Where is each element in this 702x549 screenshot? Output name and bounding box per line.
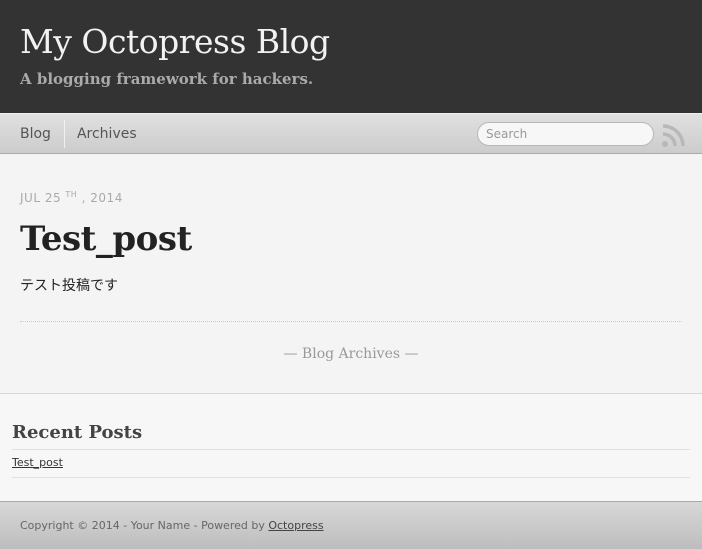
post-date: Jul 25 th , 2014 (20, 154, 682, 205)
site-subtitle: A blogging framework for hackers. (20, 70, 314, 88)
rss-icon[interactable] (661, 124, 685, 148)
recent-post-link[interactable]: Test_post (12, 456, 63, 469)
post-date-suffix: th (65, 190, 78, 199)
site-title[interactable]: My Octopress Blog (20, 22, 682, 62)
post-date-year: , 2014 (81, 191, 123, 205)
search-input[interactable] (477, 122, 654, 146)
nav-link-archives[interactable]: Archives (77, 120, 137, 148)
sidebar: Recent Posts Test_post (0, 394, 702, 501)
footer-copyright: Copyright © 2014 - Your Name - Powered b… (20, 519, 269, 532)
main-content: Jul 25 th , 2014 Test_post テスト投稿です — Blo… (0, 154, 702, 394)
nav-link-blog[interactable]: Blog (20, 120, 51, 148)
recent-posts-heading: Recent Posts (12, 422, 690, 450)
post-date-month-day: Jul 25 (20, 191, 62, 205)
main-navigation: Blog Archives (0, 113, 702, 154)
footer-octopress-link[interactable]: Octopress (268, 519, 323, 532)
blog-archives-link[interactable]: — Blog Archives — (20, 346, 682, 362)
post-body: テスト投稿です (20, 278, 118, 294)
post-title[interactable]: Test_post (20, 219, 682, 259)
post-divider (20, 321, 682, 322)
site-footer: Copyright © 2014 - Your Name - Powered b… (0, 501, 702, 549)
blog-post: Jul 25 th , 2014 Test_post テスト投稿です (20, 154, 682, 322)
nav-divider (63, 119, 65, 148)
site-header: My Octopress Blog A blogging framework f… (0, 0, 702, 113)
recent-post-item: Test_post (12, 450, 690, 478)
